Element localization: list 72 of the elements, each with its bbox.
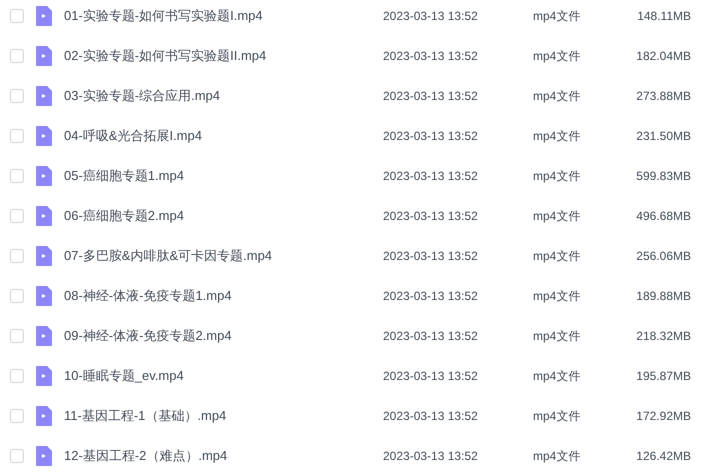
- modified-date: 2023-03-13 13:52: [383, 88, 479, 105]
- file-size: 599.83MB: [635, 168, 691, 185]
- modified-date: 2023-03-13 13:52: [383, 368, 479, 385]
- file-name[interactable]: 09-神经-体液-免疫专题2.mp4: [64, 326, 384, 346]
- file-name[interactable]: 11-基因工程-1（基础）.mp4: [64, 406, 384, 426]
- modified-date: 2023-03-13 13:52: [383, 48, 479, 65]
- file-type: mp4文件: [533, 328, 582, 345]
- file-type: mp4文件: [533, 448, 582, 465]
- file-size: 172.92MB: [635, 408, 691, 425]
- file-name[interactable]: 05-癌细胞专题1.mp4: [64, 166, 384, 186]
- file-size: 231.50MB: [635, 128, 691, 145]
- file-size: 195.87MB: [635, 368, 691, 385]
- file-name[interactable]: 07-多巴胺&内啡肽&可卡因专题.mp4: [64, 246, 384, 266]
- file-type: mp4文件: [533, 208, 582, 225]
- file-name[interactable]: 10-睡眠专题_ev.mp4: [64, 366, 384, 386]
- file-type: mp4文件: [533, 248, 582, 265]
- file-size: 189.88MB: [635, 288, 691, 305]
- modified-date: 2023-03-13 13:52: [383, 168, 479, 185]
- modified-date: 2023-03-13 13:52: [383, 128, 479, 145]
- video-file-icon: [36, 46, 52, 66]
- video-file-icon: [36, 326, 52, 346]
- file-size: 218.32MB: [635, 328, 691, 345]
- file-name[interactable]: 01-实验专题-如何书写实验题I.mp4: [64, 6, 384, 26]
- file-type: mp4文件: [533, 88, 582, 105]
- checkbox[interactable]: [10, 49, 24, 63]
- checkbox[interactable]: [10, 169, 24, 183]
- file-size: 256.06MB: [635, 248, 691, 265]
- file-size: 496.68MB: [635, 208, 691, 225]
- modified-date: 2023-03-13 13:52: [383, 248, 479, 265]
- video-file-icon: [36, 246, 52, 266]
- checkbox[interactable]: [10, 289, 24, 303]
- modified-date: 2023-03-13 13:52: [383, 408, 479, 425]
- file-type: mp4文件: [533, 408, 582, 425]
- checkbox[interactable]: [10, 409, 24, 423]
- checkbox[interactable]: [10, 129, 24, 143]
- video-file-icon: [36, 366, 52, 386]
- file-type: mp4文件: [533, 8, 582, 25]
- file-size: 273.88MB: [635, 88, 691, 105]
- file-type: mp4文件: [533, 288, 582, 305]
- checkbox[interactable]: [10, 89, 24, 103]
- file-name[interactable]: 06-癌细胞专题2.mp4: [64, 206, 384, 226]
- modified-date: 2023-03-13 13:52: [383, 208, 479, 225]
- file-size: 182.04MB: [635, 48, 691, 65]
- file-type: mp4文件: [533, 368, 582, 385]
- checkbox[interactable]: [10, 249, 24, 263]
- video-file-icon: [36, 206, 52, 226]
- file-name[interactable]: 02-实验专题-如何书写实验题II.mp4: [64, 46, 384, 66]
- video-file-icon: [36, 6, 52, 26]
- video-file-icon: [36, 86, 52, 106]
- modified-date: 2023-03-13 13:52: [383, 448, 479, 465]
- checkbox[interactable]: [10, 209, 24, 223]
- file-size: 148.11MB: [636, 8, 691, 25]
- checkbox[interactable]: [10, 449, 24, 463]
- checkbox[interactable]: [10, 9, 24, 23]
- modified-date: 2023-03-13 13:52: [383, 288, 479, 305]
- modified-date: 2023-03-13 13:52: [383, 328, 479, 345]
- checkbox[interactable]: [10, 369, 24, 383]
- checkbox[interactable]: [10, 329, 24, 343]
- file-name[interactable]: 03-实验专题-综合应用.mp4: [64, 86, 384, 106]
- file-type: mp4文件: [533, 48, 582, 65]
- video-file-icon: [36, 286, 52, 306]
- modified-date: 2023-03-13 13:52: [383, 8, 479, 25]
- video-file-icon: [36, 126, 52, 146]
- video-file-icon: [36, 166, 52, 186]
- file-size: 126.42MB: [635, 448, 691, 465]
- file-name[interactable]: 04-呼吸&光合拓展I.mp4: [64, 126, 384, 146]
- video-file-icon: [36, 406, 52, 426]
- file-type: mp4文件: [533, 168, 582, 185]
- file-name[interactable]: 08-神经-体液-免疫专题1.mp4: [64, 286, 384, 306]
- video-file-icon: [36, 446, 52, 466]
- file-type: mp4文件: [533, 128, 582, 145]
- file-name[interactable]: 12-基因工程-2（难点）.mp4: [64, 446, 384, 466]
